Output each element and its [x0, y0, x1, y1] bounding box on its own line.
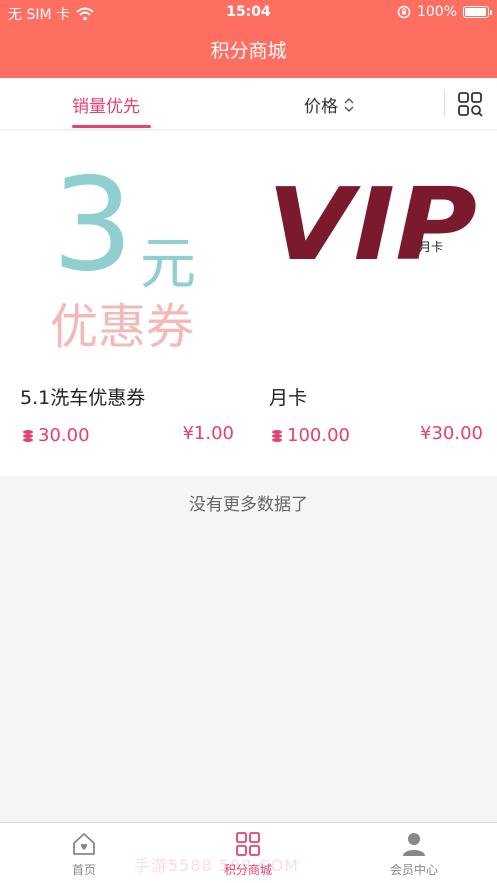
nav-member-label: 会员中心 — [389, 863, 438, 877]
product-card[interactable]: VIP 月卡 月卡 100.00 ¥30.00 — [249, 131, 497, 476]
orientation-lock-icon — [397, 5, 411, 19]
points-price: 100.00 — [271, 425, 350, 446]
nav-home-label: 首页 — [71, 863, 96, 877]
coupon-caption: 优惠券 — [50, 299, 194, 355]
page-title: 积分商城 — [210, 40, 287, 62]
home-heart-icon — [73, 833, 95, 855]
tab-price-label: 价格 — [304, 97, 338, 117]
nav-home[interactable]: 首页 — [24, 831, 144, 878]
points-coin-icon — [23, 429, 33, 442]
sort-tabs: 销量优先 价格 — [0, 78, 497, 130]
points-value: 30.00 — [38, 425, 90, 446]
grid-view-icon[interactable] — [457, 91, 483, 117]
vip-subtitle: 月卡 — [419, 240, 443, 254]
active-tab-indicator — [72, 125, 151, 128]
watermark-text: 手游5588 588.COM — [134, 856, 300, 875]
points-coin-icon — [272, 429, 282, 442]
status-bar: 无 SIM 卡 15:04 100% — [0, 0, 497, 26]
vip-brand: VIP — [267, 166, 477, 283]
product-grid: 3 元 优惠券 5.1洗车优惠券 30.00 ¥1.00 VIP 月卡 月卡 1… — [0, 131, 497, 476]
product-name: 月卡 — [269, 387, 308, 409]
points-value: 100.00 — [287, 425, 350, 446]
tab-divider — [444, 90, 445, 116]
tab-price[interactable]: 价格 — [304, 92, 354, 117]
product-card[interactable]: 3 元 优惠券 5.1洗车优惠券 30.00 ¥1.00 — [0, 131, 248, 476]
person-icon — [403, 833, 425, 856]
sort-updown-icon — [344, 97, 354, 112]
nav-member-center[interactable]: 会员中心 — [354, 831, 474, 878]
tab-sales-priority[interactable]: 销量优先 — [72, 92, 140, 117]
coupon-digit: 3 — [52, 151, 133, 300]
no-more-data-message: 没有更多数据了 — [189, 495, 308, 515]
cash-price: ¥30.00 — [420, 423, 483, 444]
app-header: 无 SIM 卡 15:04 100% 积分商城 — [0, 0, 497, 78]
coupon-image: 3 元 优惠券 — [12, 141, 238, 367]
cash-price: ¥1.00 — [182, 423, 234, 444]
battery-percent: 100% — [416, 4, 457, 20]
vip-image: VIP 月卡 — [261, 141, 487, 367]
coupon-unit: 元 — [140, 232, 196, 297]
points-price: 30.00 — [22, 425, 90, 446]
product-name: 5.1洗车优惠券 — [20, 387, 146, 409]
battery-icon — [463, 6, 492, 18]
